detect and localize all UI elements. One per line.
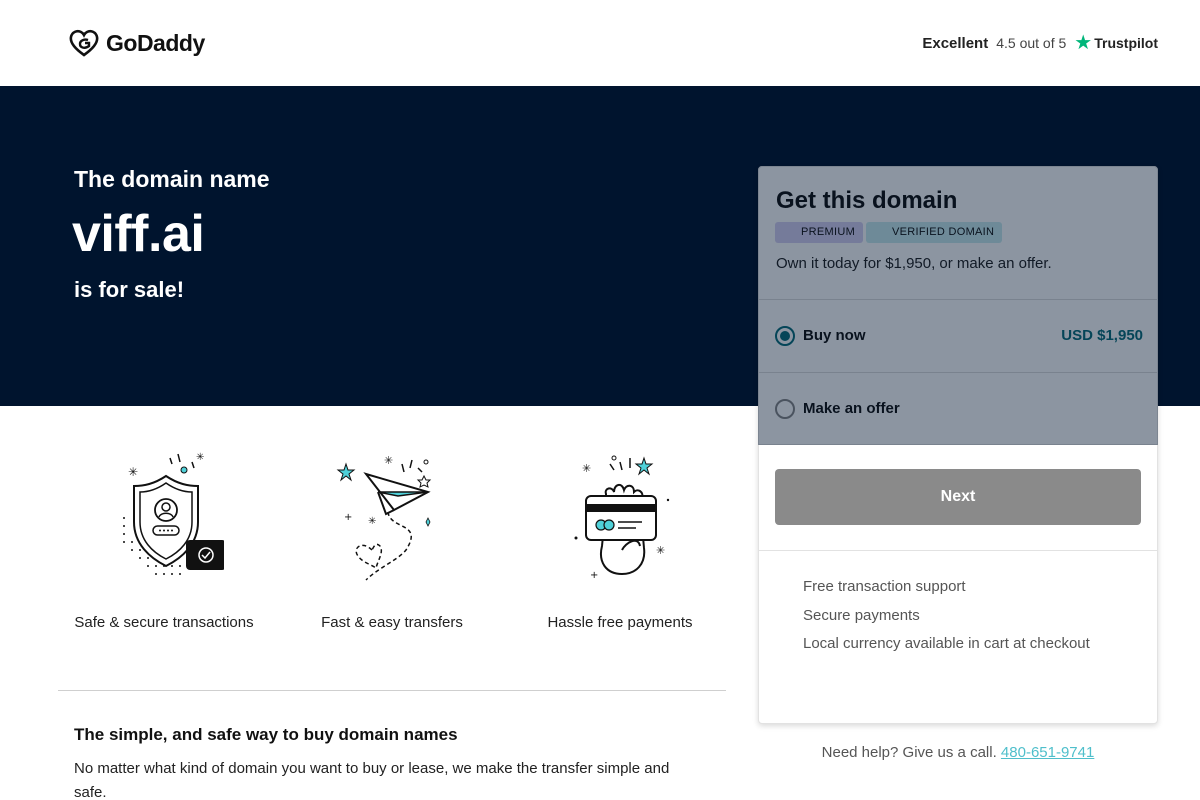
- help-text: Need help? Give us a call.: [821, 744, 997, 761]
- svg-text:+: +: [344, 512, 352, 523]
- shield-user-icon: ✳ ✳: [123, 452, 224, 575]
- feature-label: Hassle free payments: [547, 614, 693, 631]
- svg-text:+: +: [590, 570, 598, 581]
- buy-now-price: USD $1,950: [1061, 327, 1143, 344]
- svg-text:✳: ✳: [128, 465, 138, 479]
- feature-transfers: ✳ ✳ + Fast & easy transfers: [292, 450, 492, 631]
- trustpilot-brand: ★ Trustpilot: [1074, 33, 1158, 53]
- make-offer-option[interactable]: Make an offer: [759, 372, 1157, 445]
- svg-text:✳: ✳: [368, 516, 376, 527]
- godaddy-logo[interactable]: GoDaddy: [68, 28, 205, 58]
- trustpilot-label: Trustpilot: [1094, 35, 1158, 51]
- hero-post-text: is for sale!: [74, 277, 185, 302]
- godaddy-logo-icon: [69, 29, 99, 57]
- trust-rating-word: Excellent: [922, 34, 989, 52]
- trustpilot-rating[interactable]: Excellent 4.5 out of 5 ★ Trustpilot: [922, 33, 1158, 53]
- make-offer-radio[interactable]: [775, 399, 795, 419]
- premium-badge: PREMIUM: [775, 222, 864, 243]
- purchase-card: Get this domain PREMIUM VERIFIED DOMAIN …: [758, 166, 1158, 724]
- buy-now-radio[interactable]: [775, 326, 795, 346]
- site-header: GoDaddy Excellent 4.5 out of 5 ★ Trustpi…: [0, 0, 1200, 86]
- hero-pre-text: The domain name: [74, 166, 270, 192]
- hand-card-icon: ✳ ✳ +: [574, 455, 670, 581]
- about-text: No matter what kind of domain you want t…: [74, 760, 670, 800]
- verified-domain-badge: VERIFIED DOMAIN: [866, 222, 1003, 243]
- card-subtitle: Own it today for $1,950, or make an offe…: [776, 255, 1052, 272]
- star-icon: ★: [1074, 32, 1093, 54]
- about-title: The simple, and safe way to buy domain n…: [74, 725, 458, 744]
- feature-label: Fast & easy transfers: [321, 614, 463, 631]
- card-header: Get this domain PREMIUM VERIFIED DOMAIN …: [759, 167, 1157, 299]
- svg-text:✳: ✳: [384, 454, 393, 467]
- help-phone-link[interactable]: 480-651-9741: [1001, 744, 1094, 761]
- feature-payments: ✳ ✳ + Hassle free payments: [520, 450, 720, 631]
- hero-domain-name: viff.ai: [72, 205, 205, 263]
- svg-text:✳: ✳: [582, 462, 591, 475]
- perk-item: Local currency available in cart at chec…: [803, 635, 1090, 652]
- perks-list: Free transaction support Secure payments…: [803, 573, 1090, 659]
- svg-text:✳: ✳: [656, 544, 665, 557]
- paper-plane-icon: ✳ ✳ +: [336, 454, 432, 581]
- section-divider: [58, 690, 726, 691]
- card-divider: [759, 550, 1157, 551]
- perk-item: Secure payments: [803, 606, 920, 624]
- perk-item: Free transaction support: [803, 578, 966, 595]
- help-line: Need help? Give us a call. 480-651-9741: [758, 744, 1158, 761]
- logo-text: GoDaddy: [106, 29, 205, 56]
- make-offer-label: Make an offer: [803, 400, 900, 417]
- svg-text:✳: ✳: [196, 452, 204, 463]
- feature-label: Safe & secure transactions: [74, 614, 254, 631]
- card-title: Get this domain: [776, 187, 958, 214]
- buy-now-label: Buy now: [803, 327, 866, 344]
- feature-secure: ✳ ✳ Safe & secure transactions: [64, 450, 264, 631]
- trust-score: 4.5 out of 5: [996, 35, 1067, 51]
- next-button[interactable]: Next: [775, 469, 1141, 525]
- buy-now-option[interactable]: Buy now USD $1,950: [759, 299, 1157, 372]
